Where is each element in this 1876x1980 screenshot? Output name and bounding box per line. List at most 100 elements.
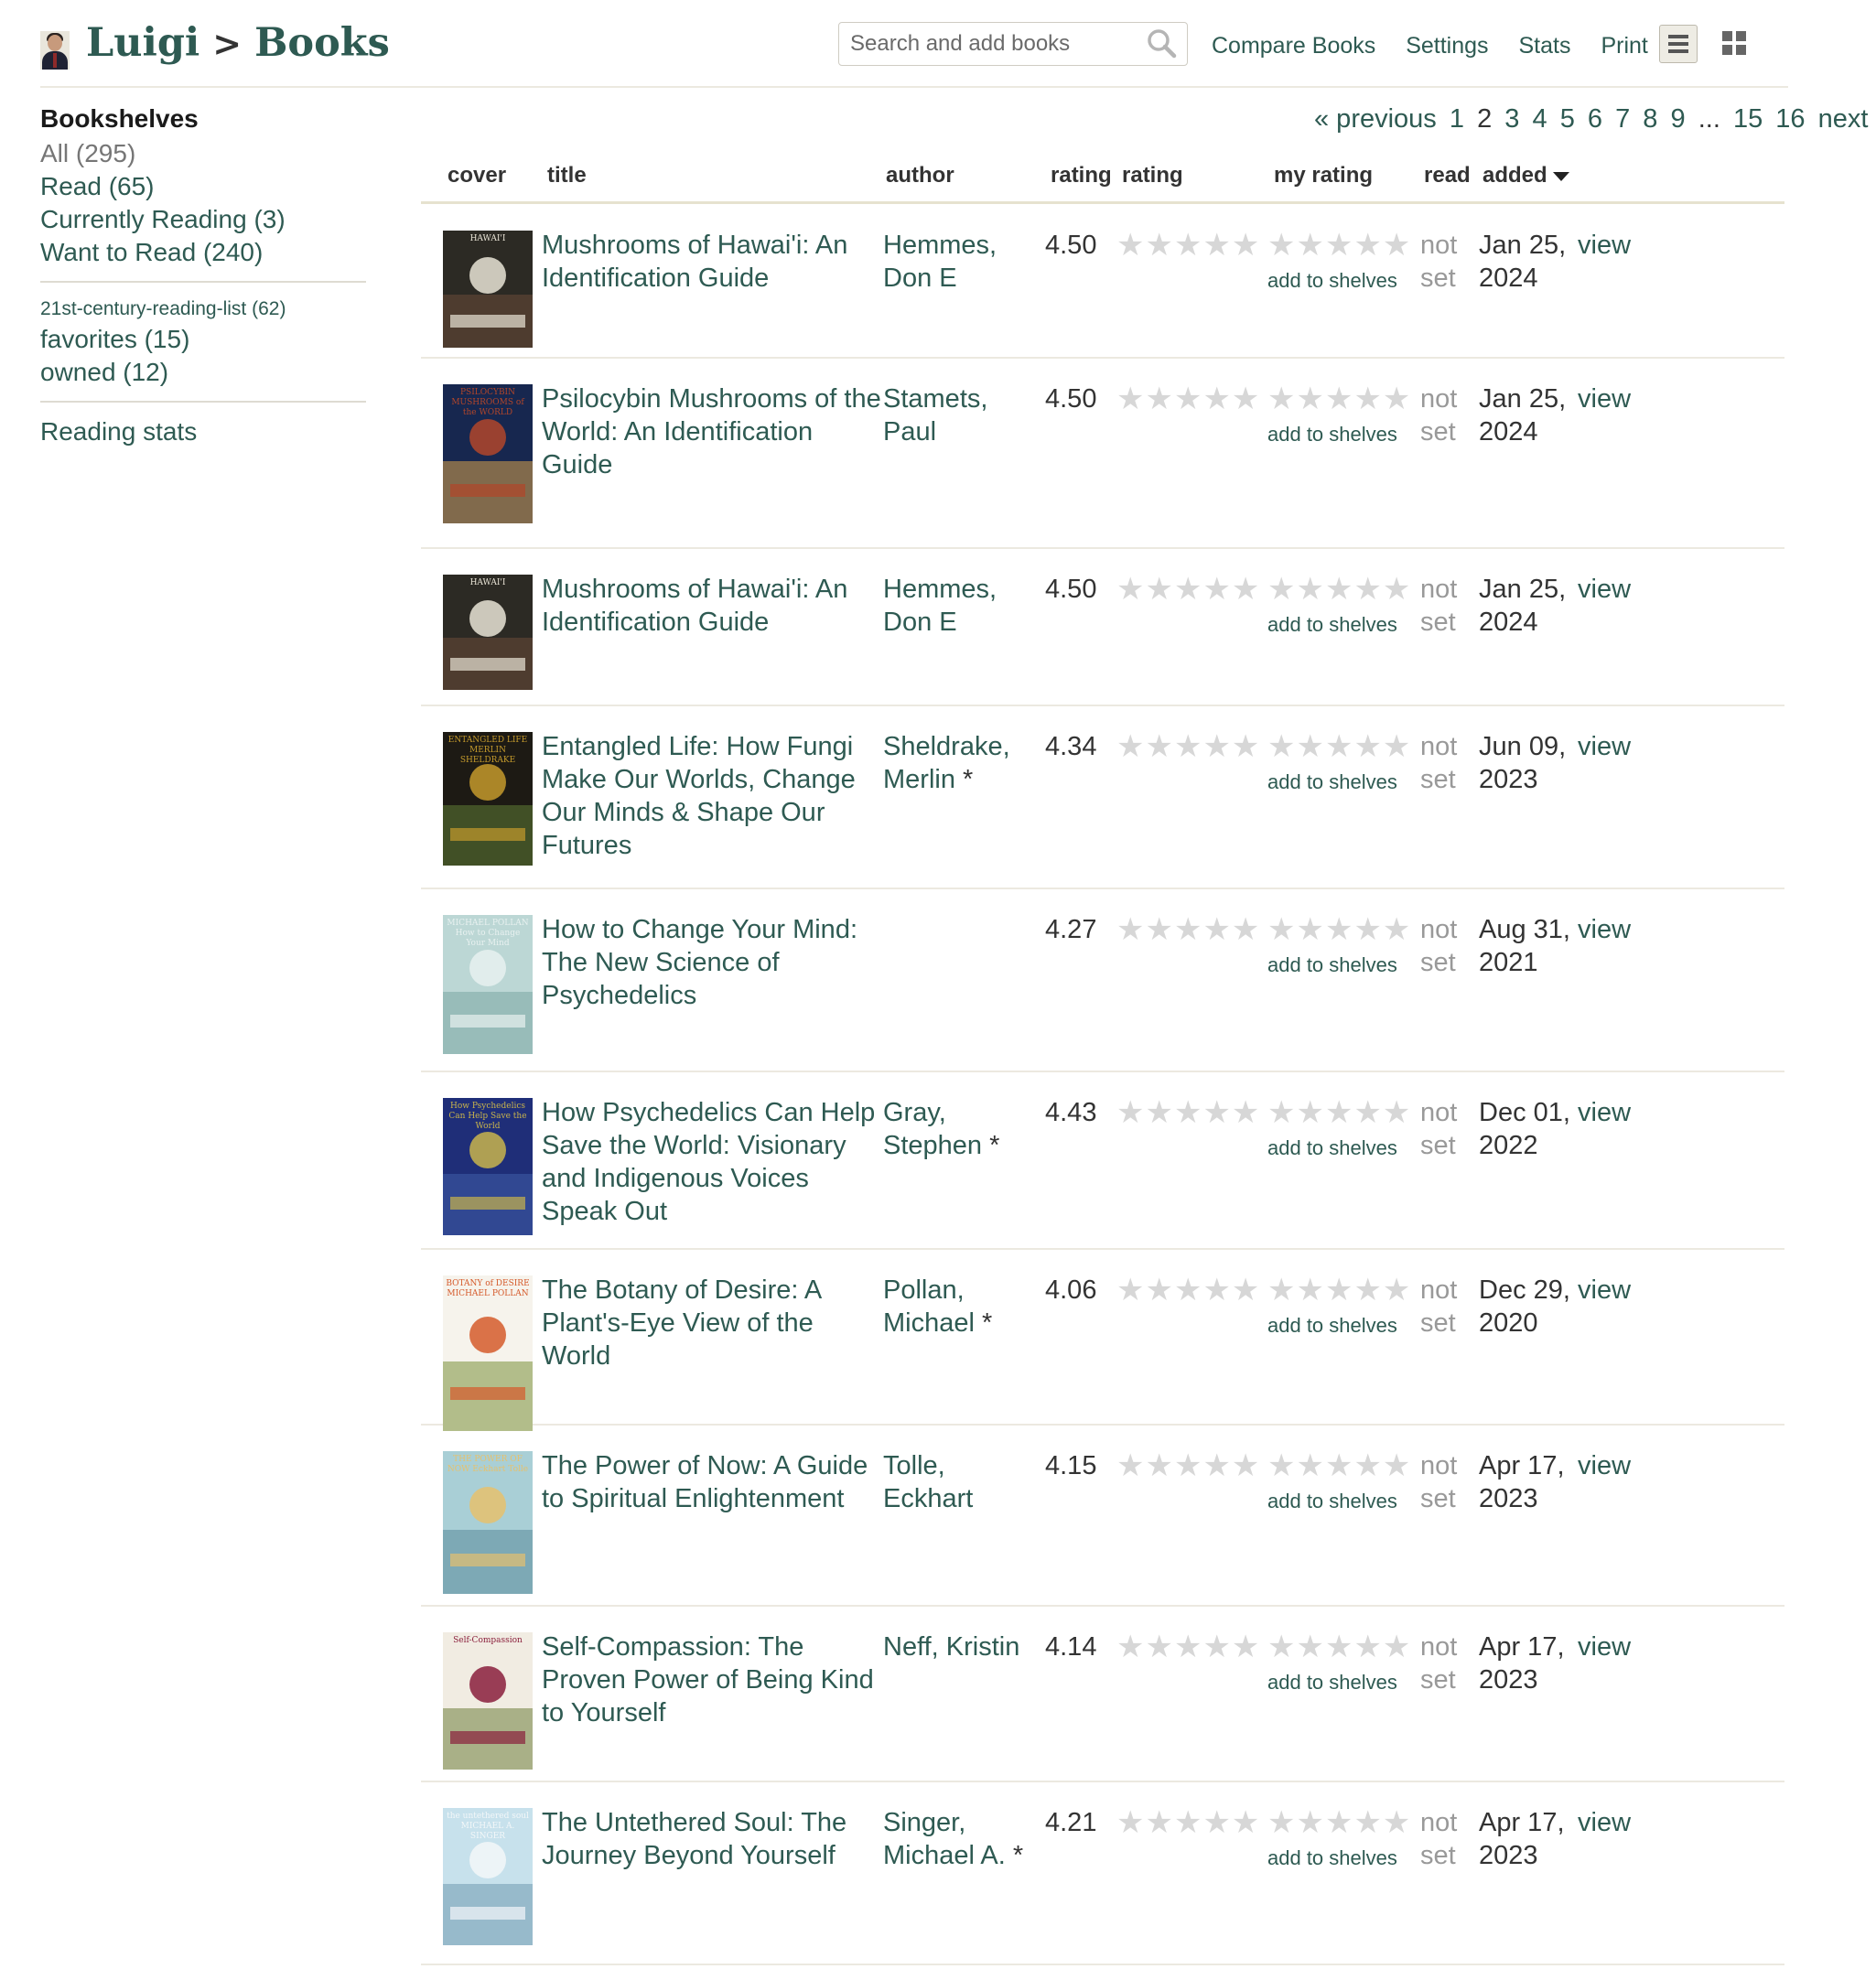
grid-view-button[interactable] xyxy=(1722,31,1748,57)
view-book-link[interactable]: view xyxy=(1578,913,1631,946)
author-link[interactable]: Gray, Stephen xyxy=(883,1098,982,1160)
book-title-link[interactable]: The Power of Now: A Guide to Spiritual E… xyxy=(542,1449,882,1515)
add-to-shelves-link[interactable]: add to shelves xyxy=(1267,1490,1397,1513)
my-rating-stars[interactable]: ★★★★★ xyxy=(1267,1629,1411,1665)
list-view-button[interactable] xyxy=(1659,25,1698,63)
book-cover[interactable]: PSILOCYBIN MUSHROOMS of the WORLD xyxy=(443,384,533,523)
book-title-link[interactable]: The Untethered Soul: The Journey Beyond … xyxy=(542,1806,882,1872)
shelf-want-to-read[interactable]: Want to Read (240) xyxy=(40,236,366,269)
shelf-owned[interactable]: owned (12) xyxy=(40,356,366,389)
add-to-shelves-link[interactable]: add to shelves xyxy=(1267,1846,1397,1870)
add-to-shelves-link[interactable]: add to shelves xyxy=(1267,269,1397,293)
book-title-link[interactable]: Mushrooms of Hawai'i: An Identification … xyxy=(542,229,882,295)
pagination-page[interactable]: 15 xyxy=(1733,104,1763,134)
book-row: BOTANY of DESIRE MICHAEL POLLAN The Botan… xyxy=(421,1248,1784,1431)
author-link[interactable]: Hemmes, Don E xyxy=(883,575,997,637)
column-rating[interactable]: rating xyxy=(1122,163,1183,188)
my-rating-stars[interactable]: ★★★★★ xyxy=(1267,381,1411,417)
breadcrumb-section[interactable]: Books xyxy=(254,20,390,66)
search-input[interactable] xyxy=(848,25,1127,63)
book-title-link[interactable]: The Botany of Desire: A Plant's-Eye View… xyxy=(542,1274,882,1372)
view-book-link[interactable]: view xyxy=(1578,1096,1631,1129)
pagination-page[interactable]: 9 xyxy=(1671,104,1686,134)
view-book-link[interactable]: view xyxy=(1578,229,1631,262)
add-to-shelves-link[interactable]: add to shelves xyxy=(1267,613,1397,637)
column-my-rating[interactable]: my rating xyxy=(1274,163,1373,188)
view-book-link[interactable]: view xyxy=(1578,1274,1631,1307)
view-book-link[interactable]: view xyxy=(1578,382,1631,415)
print-link[interactable]: Print xyxy=(1601,33,1647,59)
compare-books-link[interactable]: Compare Books xyxy=(1212,33,1375,59)
book-title-link[interactable]: Psilocybin Mushrooms of the World: An Id… xyxy=(542,382,882,481)
book-cover[interactable]: How Psychedelics Can Help Save the World xyxy=(443,1098,533,1235)
book-cover[interactable]: HAWAI'I xyxy=(443,575,533,690)
shelf-21st-century-reading-list[interactable]: 21st-century-reading-list (62) xyxy=(40,296,366,323)
view-book-link[interactable]: view xyxy=(1578,1630,1631,1663)
column-author[interactable]: author xyxy=(886,163,954,188)
add-to-shelves-link[interactable]: add to shelves xyxy=(1267,1314,1397,1338)
view-book-link[interactable]: view xyxy=(1578,573,1631,606)
book-title-link[interactable]: How to Change Your Mind: The New Science… xyxy=(542,913,882,1012)
book-cover[interactable]: MICHAEL POLLAN How to Change Your Mind xyxy=(443,915,533,1054)
my-rating-stars[interactable]: ★★★★★ xyxy=(1267,728,1411,765)
pagination-previous[interactable]: « previous xyxy=(1314,104,1437,134)
shelf-all[interactable]: All (295) xyxy=(40,137,366,170)
book-cover[interactable]: BOTANY of DESIRE MICHAEL POLLAN xyxy=(443,1275,533,1431)
view-book-link[interactable]: view xyxy=(1578,730,1631,763)
pagination-page[interactable]: 3 xyxy=(1504,104,1519,134)
book-title-link[interactable]: Self-Compassion: The Proven Power of Bei… xyxy=(542,1630,882,1729)
book-cover[interactable]: the untethered soul MICHAEL A. SINGER xyxy=(443,1808,533,1945)
pagination-page[interactable]: 7 xyxy=(1615,104,1630,134)
pagination-page[interactable]: 8 xyxy=(1643,104,1657,134)
pagination-next[interactable]: next » xyxy=(1818,104,1876,134)
shelf-read[interactable]: Read (65) xyxy=(40,170,366,203)
my-rating-stars[interactable]: ★★★★★ xyxy=(1267,1272,1411,1308)
column-avg-rating[interactable]: rating xyxy=(1051,163,1112,188)
my-rating-stars[interactable]: ★★★★★ xyxy=(1267,1804,1411,1841)
author-link[interactable]: Tolle, Eckhart xyxy=(883,1451,973,1513)
my-rating-stars[interactable]: ★★★★★ xyxy=(1267,1447,1411,1484)
reading-stats-link[interactable]: Reading stats xyxy=(40,415,366,448)
column-title[interactable]: title xyxy=(547,163,587,188)
column-read[interactable]: read xyxy=(1424,163,1471,188)
user-avatar[interactable] xyxy=(40,31,70,70)
add-to-shelves-link[interactable]: add to shelves xyxy=(1267,1136,1397,1160)
pagination-page[interactable]: 1 xyxy=(1450,104,1464,134)
my-rating-stars[interactable]: ★★★★★ xyxy=(1267,911,1411,948)
shelf-currently-reading[interactable]: Currently Reading (3) xyxy=(40,203,366,236)
add-to-shelves-link[interactable]: add to shelves xyxy=(1267,1671,1397,1695)
book-cover[interactable]: THE POWER OF NOW Eckhart Tolle xyxy=(443,1451,533,1594)
author-link[interactable]: Hemmes, Don E xyxy=(883,231,997,293)
book-title-link[interactable]: Mushrooms of Hawai'i: An Identification … xyxy=(542,573,882,639)
add-to-shelves-link[interactable]: add to shelves xyxy=(1267,953,1397,977)
date-added: Aug 31, 2021 xyxy=(1479,915,1570,977)
book-cover[interactable]: ENTANGLED LIFE MERLIN SHELDRAKE xyxy=(443,732,533,866)
add-to-shelves-link[interactable]: add to shelves xyxy=(1267,423,1397,447)
settings-link[interactable]: Settings xyxy=(1406,33,1488,59)
stats-link[interactable]: Stats xyxy=(1519,33,1571,59)
pagination-page[interactable]: 5 xyxy=(1560,104,1575,134)
my-rating-stars[interactable]: ★★★★★ xyxy=(1267,227,1411,264)
pagination-page[interactable]: 16 xyxy=(1775,104,1805,134)
column-added[interactable]: added xyxy=(1482,163,1570,188)
book-cover[interactable]: HAWAI'I xyxy=(443,231,533,348)
view-book-link[interactable]: view xyxy=(1578,1806,1631,1839)
my-rating-stars[interactable]: ★★★★★ xyxy=(1267,1094,1411,1131)
book-title-link[interactable]: Entangled Life: How Fungi Make Our World… xyxy=(542,730,882,862)
pagination-page[interactable]: 4 xyxy=(1532,104,1547,134)
author-link[interactable]: Stamets, Paul xyxy=(883,384,987,447)
breadcrumb-user[interactable]: Luigi xyxy=(86,20,199,66)
book-cover[interactable]: Self-Compassion xyxy=(443,1632,533,1770)
author-link[interactable]: Sheldrake, Merlin xyxy=(883,732,1010,794)
view-book-link[interactable]: view xyxy=(1578,1449,1631,1482)
my-rating-stars[interactable]: ★★★★★ xyxy=(1267,571,1411,608)
book-title-link[interactable]: How Psychedelics Can Help Save the World… xyxy=(542,1096,882,1228)
add-to-shelves-link[interactable]: add to shelves xyxy=(1267,770,1397,794)
author-link[interactable]: Pollan, Michael xyxy=(883,1275,975,1338)
search-icon[interactable] xyxy=(1145,27,1178,59)
column-cover[interactable]: cover xyxy=(447,163,506,188)
author-link[interactable]: Singer, Michael A. xyxy=(883,1808,1006,1870)
shelf-favorites[interactable]: favorites (15) xyxy=(40,323,366,356)
pagination-page[interactable]: 6 xyxy=(1588,104,1602,134)
author-link[interactable]: Neff, Kristin xyxy=(883,1632,1019,1662)
